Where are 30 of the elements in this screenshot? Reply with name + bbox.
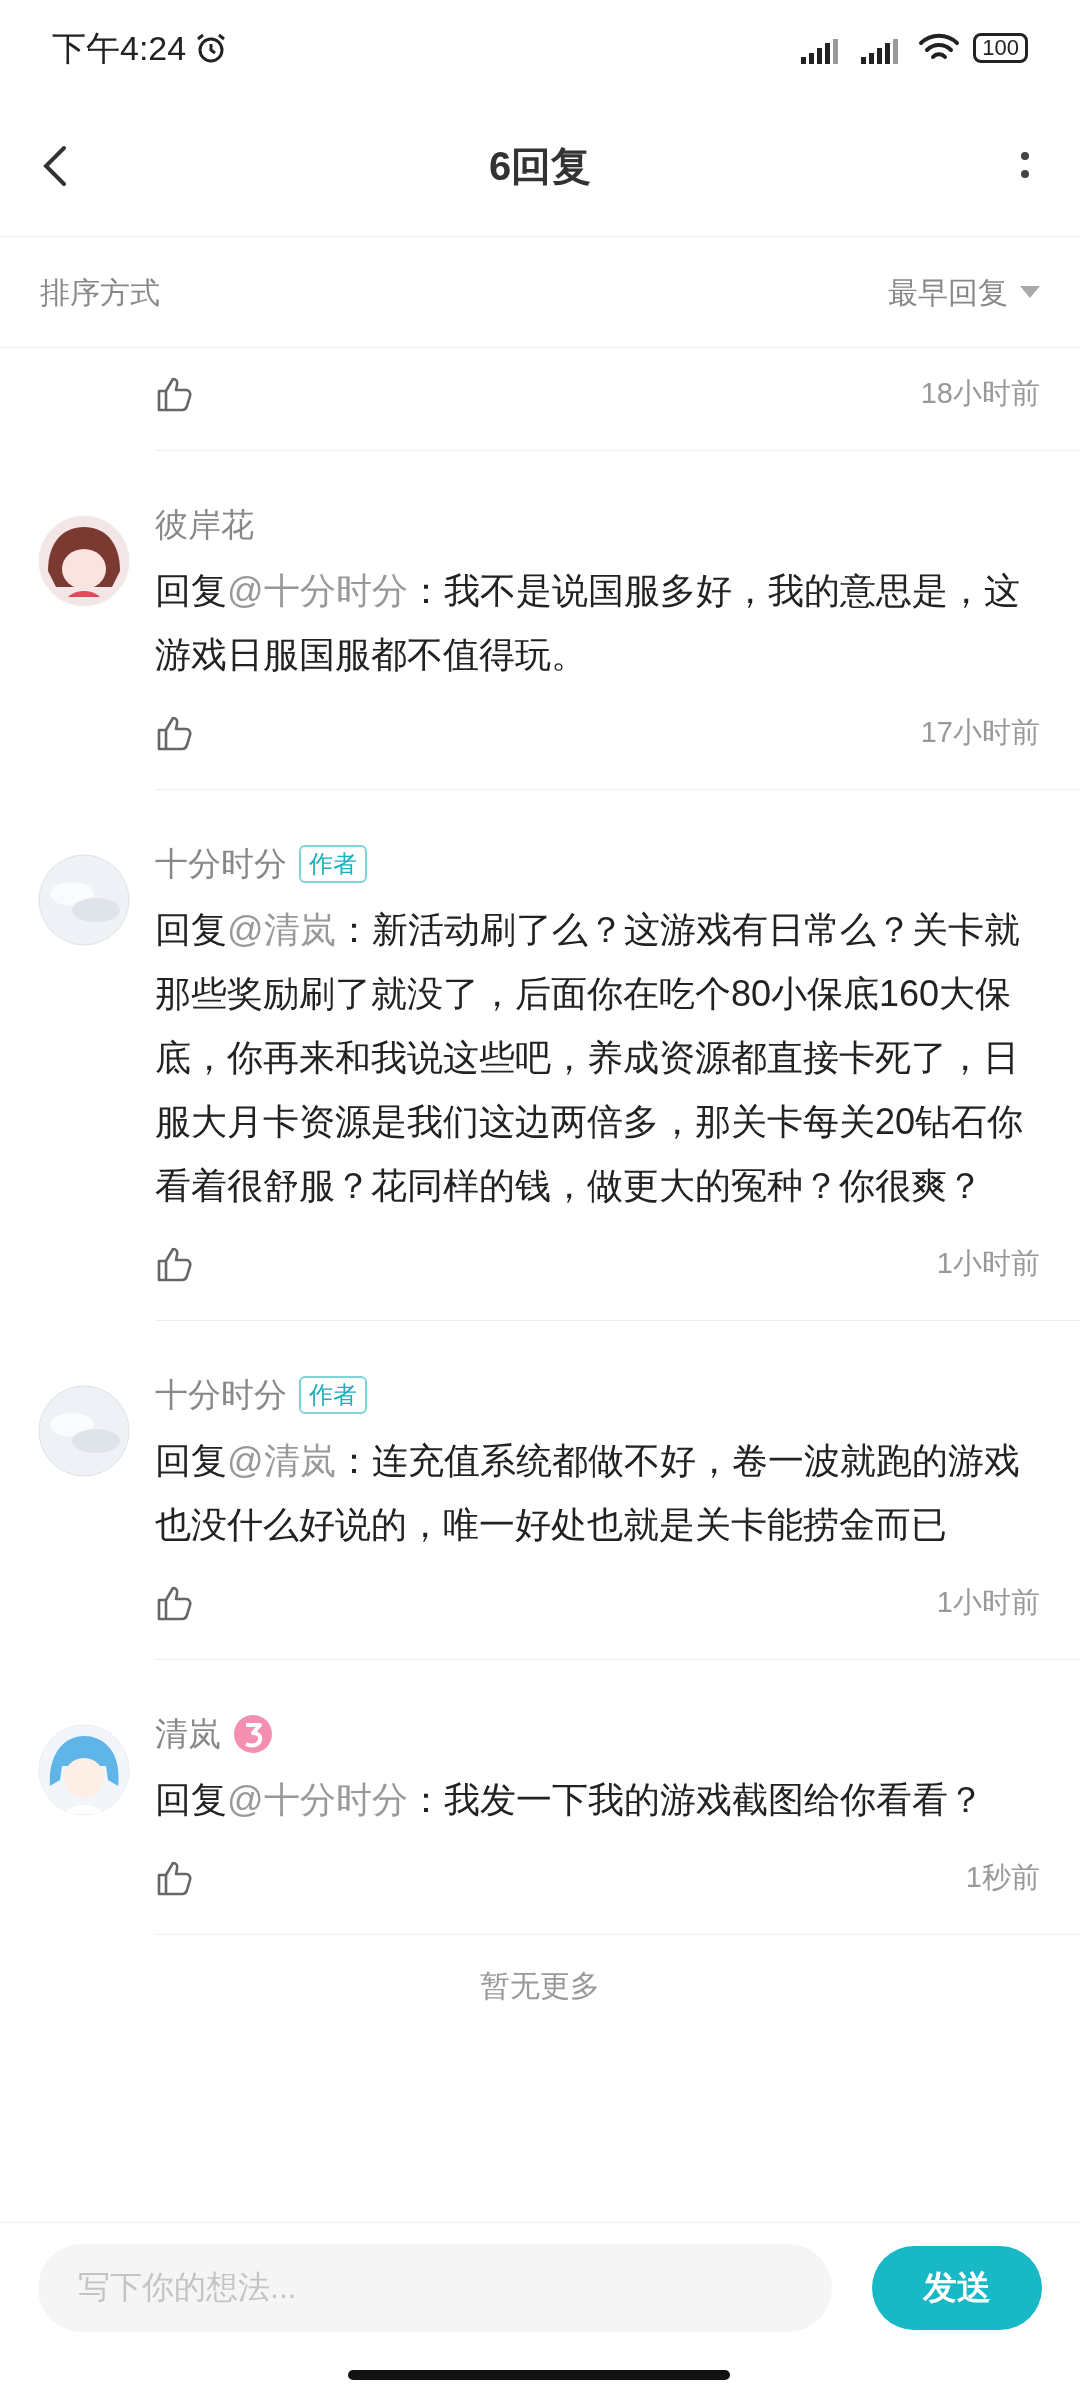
sort-dropdown[interactable]: 最早回复 [888,269,1040,315]
status-time: 下午4:24 [52,27,187,69]
comment-text: 回复@十分时分：我不是说国服多好，我的意思是，这游戏日服国服都不值得玩。 [155,569,1021,677]
page-title: 6回复 [488,143,592,190]
avatar[interactable] [38,515,130,607]
sort-label: 排序方式 [40,274,160,311]
like-icon[interactable] [155,1584,193,1622]
comment-text: 回复@十分时分：我发一下我的游戏截图给你看看？ [155,1778,985,1822]
end-of-list-text: 暂无更多 [480,1968,600,2004]
like-icon[interactable] [155,1859,193,1897]
like-icon[interactable] [155,1245,193,1283]
author-name[interactable]: 彼岸花 [155,500,254,550]
comment-time: 1秒前 [965,1860,1040,1896]
author-name[interactable]: 十分时分 [155,1370,287,1420]
level-badge-icon [233,1714,273,1754]
author-name[interactable]: 清岚 [155,1709,221,1759]
author-name[interactable]: 十分时分 [155,839,287,889]
author-tag: 作者 [299,1376,367,1414]
comment-text: 回复@清岚：新活动刷了么？这游戏有日常么？关卡就那些奖励刷了就没了，后面你在吃个80小保底160大保底，你再来和我说这些吧，养成资源都直接卡死了，日服大月卡资源是我们这边两倍多，那关卡每关20钻石你看着很舒服？花同样的钱，做更大的冤种？你很爽？ [155,908,1025,1208]
battery-indicator: 100 [973,33,1028,63]
comment-time: 18小时前 [920,376,1040,412]
caret-icon [1020,286,1040,298]
author-tag: 作者 [299,845,367,883]
comment-time: 17小时前 [920,715,1040,751]
comment-time: 1小时前 [936,1585,1040,1621]
like-icon[interactable] [155,375,193,413]
comment-text: 回复@清岚：连充值系统都做不好，卷一波就跑的游戏也没什么好说的，唯一好处也就是关卡能捞金而已 [155,1439,1021,1547]
send-button[interactable]: 发送 [872,2245,1042,2330]
comment-time: 1小时前 [936,1246,1040,1282]
like-icon[interactable] [155,714,193,752]
